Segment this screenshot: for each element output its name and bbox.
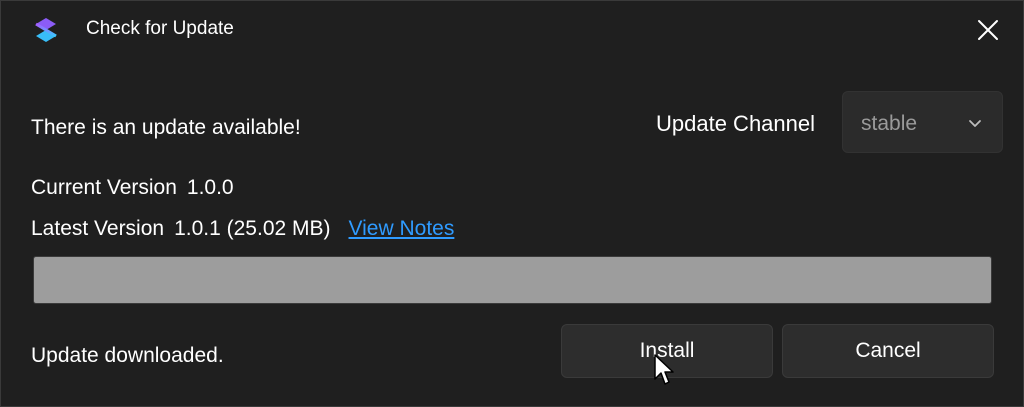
update-dialog: Check for Update There is an update avai… [0, 0, 1024, 407]
current-version-label: Current Version [31, 176, 177, 199]
update-channel-label: Update Channel [656, 111, 816, 136]
download-progress-fill [34, 257, 991, 303]
latest-version-row: Latest Version 1.0.1 (25.02 MB) View Notes [31, 217, 454, 241]
latest-version-value: 1.0.1 (25.02 MB) [174, 217, 331, 240]
cancel-button-label: Cancel [855, 339, 921, 362]
latest-version-label: Latest Version [31, 217, 165, 240]
title-bar: Check for Update [1, 1, 1023, 59]
update-channel-value: stable [861, 112, 918, 135]
window-title: Check for Update [86, 18, 234, 39]
current-version-row: Current Version 1.0.0 [31, 176, 234, 200]
close-icon[interactable] [973, 15, 1003, 45]
app-logo-icon [34, 17, 58, 43]
view-notes-link[interactable]: View Notes [349, 217, 455, 240]
chevron-down-icon [968, 116, 982, 127]
mouse-cursor-icon [653, 353, 675, 387]
download-progress-bar [33, 256, 992, 304]
update-available-text: There is an update available! [31, 116, 301, 139]
update-channel-select[interactable]: stable [842, 91, 1003, 153]
cancel-button[interactable]: Cancel [782, 324, 994, 378]
status-text: Update downloaded. [31, 344, 224, 367]
current-version-value: 1.0.0 [186, 176, 234, 199]
